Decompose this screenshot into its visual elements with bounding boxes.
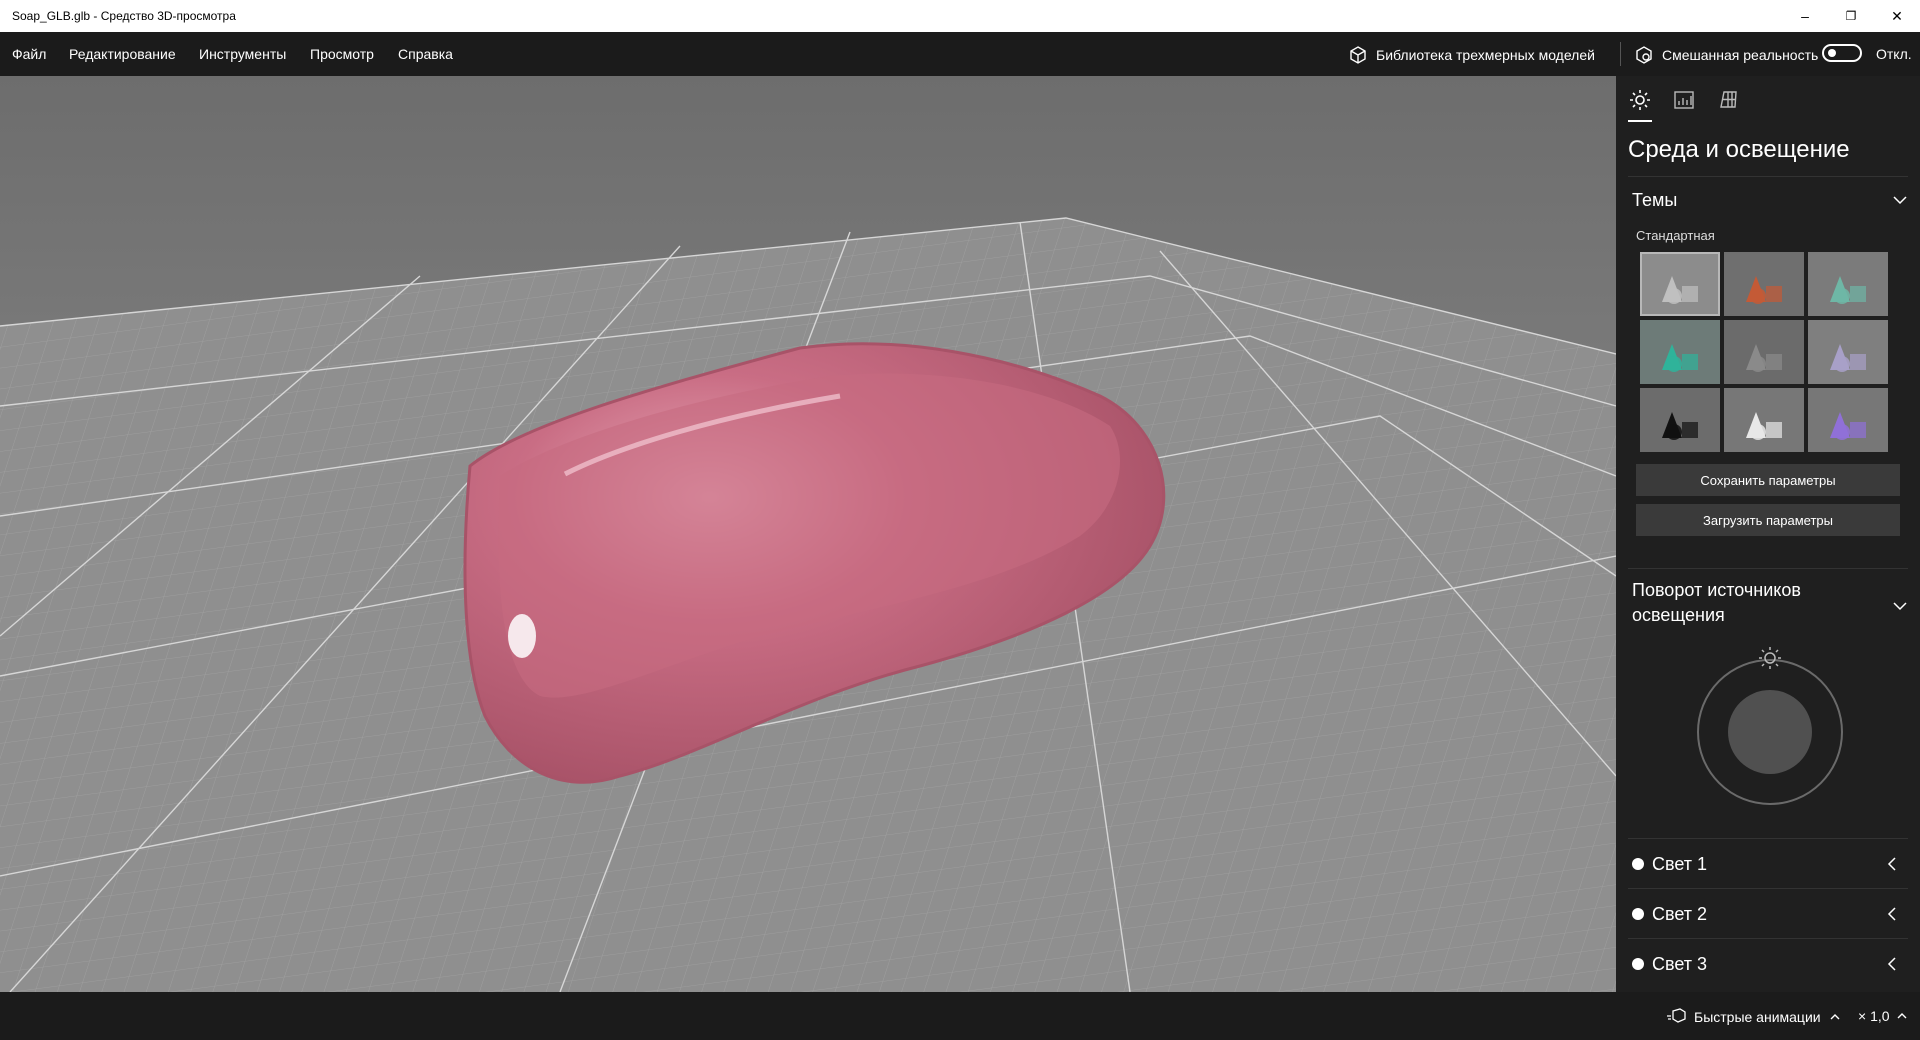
- light-rotation-title-line2: освещения: [1632, 605, 1725, 625]
- light-1-indicator: [1632, 858, 1644, 870]
- sun-icon[interactable]: [1759, 647, 1781, 669]
- stats-icon: [1674, 91, 1694, 109]
- restore-button[interactable]: ❐: [1828, 0, 1874, 32]
- divider: [1628, 938, 1908, 939]
- toggle-knob: [1828, 49, 1836, 57]
- mixed-reality-icon: [1636, 46, 1652, 64]
- chevron-left-icon[interactable]: [1884, 856, 1900, 872]
- chevron-up-icon: [1830, 1014, 1840, 1020]
- light-3-label: Свет 3: [1652, 954, 1708, 974]
- theme-thumbnail[interactable]: [1724, 388, 1804, 452]
- chevron-left-icon[interactable]: [1884, 956, 1900, 972]
- divider: [1628, 888, 1908, 889]
- light-3-row[interactable]: Свет 3: [1628, 940, 1908, 988]
- light-rotation-header[interactable]: Поворот источников освещения: [1632, 578, 1801, 628]
- theme-thumbnail[interactable]: [1724, 320, 1804, 384]
- theme-thumbnail[interactable]: [1808, 252, 1888, 316]
- theme-thumbnail[interactable]: [1808, 388, 1888, 452]
- grid-icon: [1720, 91, 1737, 108]
- soap-highlight: [508, 614, 536, 658]
- light-1-row[interactable]: Свет 1: [1628, 840, 1908, 888]
- themes-header[interactable]: Темы: [1632, 188, 1677, 213]
- light-3-indicator: [1632, 958, 1644, 970]
- divider: [1628, 838, 1908, 839]
- light-2-row[interactable]: Свет 2: [1628, 890, 1908, 938]
- theme-preview-icon: [1830, 276, 1866, 304]
- environment-panel: Среда и освещение Темы Стандартная Сохра…: [1616, 76, 1920, 992]
- theme-preview-icon: [1746, 276, 1782, 304]
- menu-tools[interactable]: Инструменты: [199, 46, 286, 62]
- menu-file[interactable]: Файл: [12, 46, 46, 62]
- divider: [1628, 176, 1908, 177]
- 3d-library-button[interactable]: Библиотека трехмерных моделей: [1348, 45, 1595, 65]
- theme-thumbnail[interactable]: [1808, 320, 1888, 384]
- tab-statistics[interactable]: [1672, 88, 1696, 112]
- 3d-library-label: Библиотека трехмерных моделей: [1376, 47, 1595, 63]
- close-button[interactable]: ✕: [1874, 0, 1920, 32]
- theme-preview-icon: [1662, 412, 1698, 440]
- save-settings-button[interactable]: Сохранить параметры: [1636, 464, 1900, 496]
- chevron-left-icon[interactable]: [1884, 906, 1900, 922]
- title-bar: Soap_GLB.glb - Средство 3D-просмотра – ❐…: [0, 0, 1920, 32]
- panel-title: Среда и освещение: [1628, 136, 1850, 163]
- menu-bar: Файл Редактирование Инструменты Просмотр…: [0, 32, 1920, 76]
- chevron-up-icon: [1897, 1013, 1907, 1019]
- 3d-viewport[interactable]: [0, 76, 1616, 992]
- sun-icon: [1630, 90, 1650, 110]
- light-2-label: Свет 2: [1652, 904, 1708, 924]
- menu-view[interactable]: Просмотр: [310, 46, 374, 62]
- animation-icon: [1667, 1008, 1686, 1023]
- cube-icon: [1350, 46, 1366, 64]
- theme-thumbnail[interactable]: [1724, 252, 1804, 316]
- tab-environment[interactable]: [1628, 88, 1652, 122]
- light-rotation-dial[interactable]: [1690, 646, 1850, 806]
- theme-preview-icon: [1746, 412, 1782, 440]
- tab-grid[interactable]: [1716, 88, 1740, 112]
- menu-edit[interactable]: Редактирование: [69, 46, 176, 62]
- theme-thumbnail[interactable]: [1640, 252, 1720, 316]
- theme-preview-icon: [1662, 276, 1698, 304]
- playback-speed-value: × 1,0: [1858, 1008, 1890, 1024]
- light-2-indicator: [1632, 908, 1644, 920]
- divider: [1628, 568, 1908, 569]
- quick-animations-label: Быстрые анимации: [1694, 1009, 1821, 1025]
- quick-animations-button[interactable]: Быстрые анимации: [1666, 1008, 1841, 1026]
- window-title: Soap_GLB.glb - Средство 3D-просмотра: [12, 9, 236, 23]
- light-1-label: Свет 1: [1652, 854, 1708, 874]
- minimize-button[interactable]: –: [1782, 0, 1828, 32]
- theme-thumbnail[interactable]: [1640, 320, 1720, 384]
- mixed-reality-label: Смешанная реальность: [1662, 47, 1819, 63]
- mixed-reality-state: Откл.: [1876, 46, 1912, 62]
- theme-preview-icon: [1662, 344, 1698, 372]
- bottom-bar: Быстрые анимации × 1,0: [0, 992, 1920, 1040]
- theme-thumbnail[interactable]: [1640, 388, 1720, 452]
- menu-separator: [1620, 42, 1621, 66]
- chevron-down-icon[interactable]: [1892, 598, 1908, 614]
- viewport-scene: [0, 217, 1616, 992]
- theme-preview-icon: [1830, 344, 1866, 372]
- theme-preview-icon: [1830, 412, 1866, 440]
- menu-help[interactable]: Справка: [398, 46, 453, 62]
- playback-speed-button[interactable]: × 1,0: [1858, 1008, 1908, 1024]
- mixed-reality-toggle[interactable]: [1822, 44, 1862, 62]
- current-theme-label: Стандартная: [1636, 228, 1715, 243]
- load-settings-button[interactable]: Загрузить параметры: [1636, 504, 1900, 536]
- mixed-reality-button[interactable]: Смешанная реальность: [1634, 45, 1818, 65]
- theme-preview-icon: [1746, 344, 1782, 372]
- chevron-down-icon[interactable]: [1892, 192, 1908, 208]
- theme-grid: [1640, 252, 1888, 452]
- light-rotation-title-line1: Поворот источников: [1632, 580, 1801, 600]
